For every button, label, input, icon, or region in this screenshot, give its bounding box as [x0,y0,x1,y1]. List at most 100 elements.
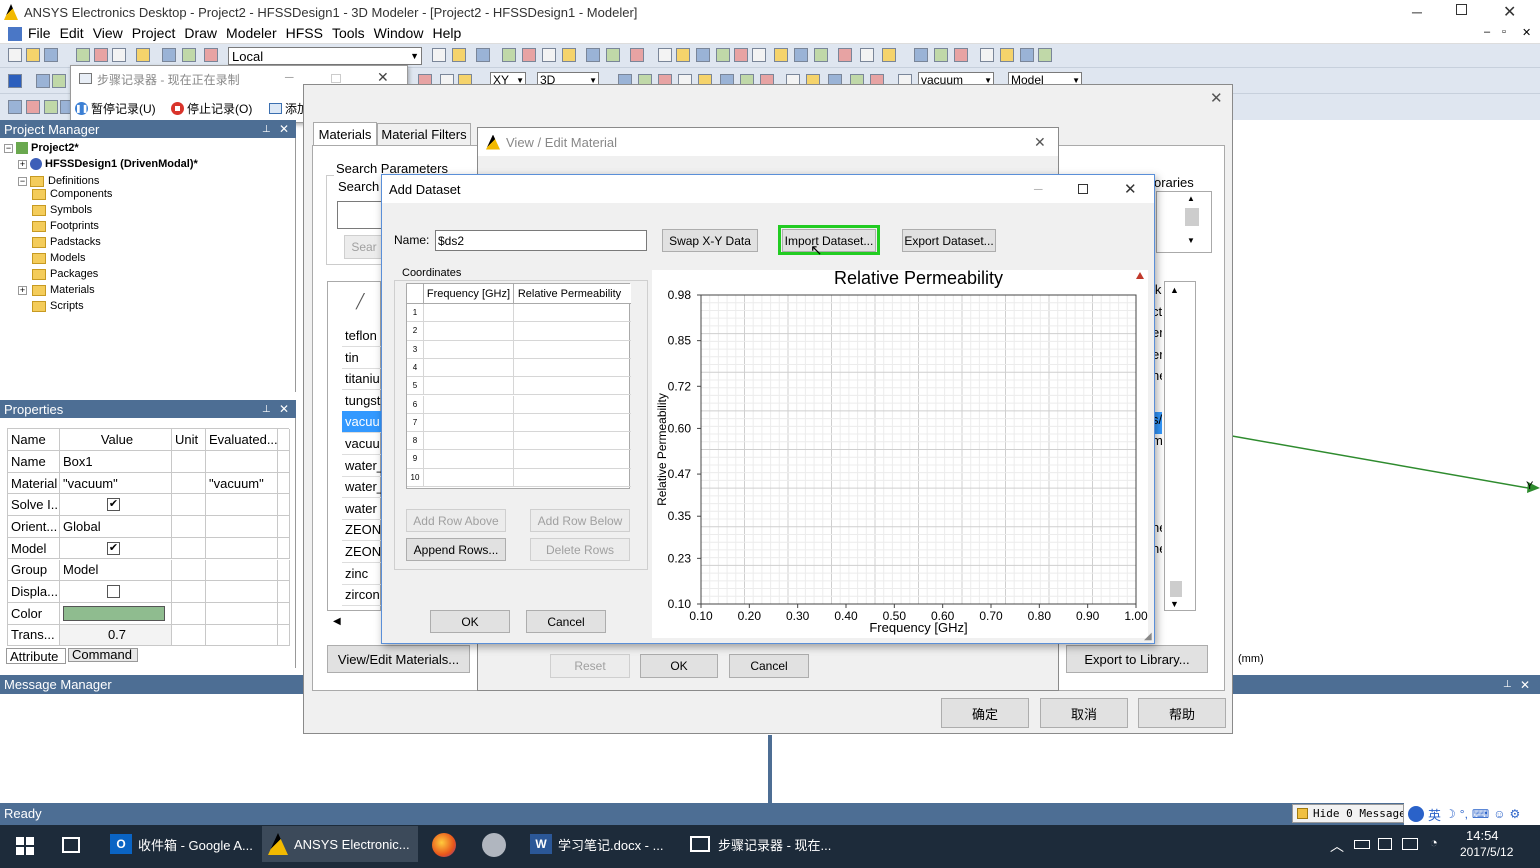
pin-icon[interactable]: ⊥ [262,404,271,415]
toolbar-tool-icon[interactable] [44,48,58,62]
table-row[interactable]: 10 [407,468,631,487]
close-button[interactable]: ✕ [1503,2,1516,22]
scroll-up-icon[interactable]: ▲ [1187,194,1195,203]
frequency-cell[interactable] [423,395,513,413]
toolbar-tool-icon[interactable] [204,48,218,62]
table-row[interactable]: 2 [407,322,631,341]
tree-item-scripts[interactable]: Scripts [32,300,84,312]
toolbar-tool-icon[interactable] [136,48,150,62]
toolbar-tool-icon[interactable] [716,48,730,62]
frequency-cell[interactable] [423,340,513,358]
checkbox[interactable]: ✔ [107,541,120,555]
toolbar-tool-icon[interactable] [1000,48,1014,62]
keyboard-icon[interactable]: ⌨ [1472,807,1489,821]
scroll-up-icon[interactable]: ▲ [1170,285,1179,295]
prop-value[interactable] [60,581,172,603]
toolbar-tool-icon[interactable] [734,48,748,62]
toolbar-tool-icon[interactable] [774,48,788,62]
menu-item-tools[interactable]: Tools [332,25,374,41]
material-row[interactable]: zircon [342,584,382,607]
panel-close-icon[interactable]: ✕ [1520,678,1530,692]
toolbar-tool-icon[interactable] [94,48,108,62]
tree-item-models[interactable]: Models [32,252,85,264]
mdi-min[interactable]: – [1484,26,1490,38]
tree-item-padstacks[interactable]: Padstacks [32,236,101,248]
prop-value[interactable] [60,602,172,625]
prop-value[interactable]: "vacuum" [60,472,172,495]
3d-viewport[interactable]: Y (mm) [1232,120,1540,675]
toolbar-tool-icon[interactable] [606,48,620,62]
pause-record-button[interactable]: ❚❚ 暂停记录(U) [75,100,156,117]
confirm-button[interactable]: 确定 [941,698,1029,728]
toolbar-tool-icon[interactable] [794,48,808,62]
toolbar-tool-icon[interactable] [522,48,536,62]
mdi-restore[interactable]: ▫ [1502,26,1506,38]
permeability-cell[interactable] [513,413,625,432]
scroll-down-icon[interactable]: ▼ [1170,599,1179,609]
panel-close-icon[interactable]: ✕ [279,402,289,416]
moon-icon[interactable]: ☽ [1445,807,1456,821]
prop-value[interactable]: Box1 [60,451,172,473]
toolbar-tool-icon[interactable] [696,48,710,62]
frequency-cell[interactable] [423,322,513,340]
taskbar-item-ansys[interactable]: ANSYS Electronic... [262,826,418,862]
table-row[interactable]: 9 [407,450,631,469]
material-row[interactable]: ZEONI [342,519,382,542]
toolbar-tool-icon[interactable] [676,48,690,62]
tab-materials[interactable]: Materials [313,122,377,146]
prop-value[interactable]: Global [60,516,172,538]
delete-rows-button[interactable]: Delete Rows [530,538,630,561]
toolbar-tool-icon[interactable] [44,100,58,114]
toolbar-tool-icon[interactable] [452,48,466,62]
view-edit-ok-button[interactable]: OK [640,654,718,678]
tree-item-components[interactable]: Components [32,188,112,200]
reset-button[interactable]: Reset [550,654,630,678]
gear-icon[interactable]: ⚙ [1510,807,1521,821]
material-row[interactable]: tungst [342,390,382,412]
table-row[interactable]: 7 [407,413,631,433]
material-row[interactable]: tin [342,347,382,369]
help-button[interactable]: 帮助 [1138,698,1226,728]
add-row-above-button[interactable]: Add Row Above [406,509,506,532]
checkbox[interactable] [107,585,120,599]
import-dataset-button[interactable]: Import Dataset... [782,229,876,252]
dialog-close-icon[interactable]: ✕ [1034,134,1046,151]
tab-command[interactable]: Command [68,648,138,662]
export-to-library-button[interactable]: Export to Library... [1066,645,1208,673]
export-dataset-button[interactable]: Export Dataset... [902,229,996,252]
menu-item-window[interactable]: Window [374,25,433,41]
tab-material-filters[interactable]: Material Filters [377,123,471,145]
toolbar-tool-icon[interactable] [980,48,994,62]
search-button[interactable]: Sear [344,235,384,259]
scroll-left-icon[interactable]: ◀ [333,616,341,627]
toolbar-tool-icon[interactable] [112,48,126,62]
toolbar-tool-icon[interactable] [8,74,22,88]
menu-item-project[interactable]: Project [132,25,185,41]
tree-item-symbols[interactable]: Symbols [32,204,92,216]
frequency-cell[interactable] [423,413,513,432]
tab-attribute[interactable]: Attribute [6,648,66,664]
frequency-cell[interactable] [423,450,513,468]
scrollbar-thumb[interactable] [1170,581,1182,597]
toolbar-tool-icon[interactable] [934,48,948,62]
user-icon[interactable]: ☺ [1493,807,1505,821]
scrollbar-thumb[interactable] [1185,208,1199,226]
permeability-cell[interactable] [513,304,625,322]
prop-value[interactable]: 0.7 [60,624,172,647]
minimize-button[interactable]: ─ [1412,4,1422,20]
ime-mode[interactable]: 英 [1428,805,1441,824]
clock-time[interactable]: 14:54 [1466,828,1499,843]
menu-item-hfss[interactable]: HFSS [286,25,332,41]
toolbar-tool-icon[interactable] [542,48,556,62]
column-header[interactable]: Frequency [GHz] [423,284,513,304]
material-row[interactable]: ZEONI [342,541,382,563]
frequency-cell[interactable] [423,432,513,450]
toolbar-tool-icon[interactable] [630,48,644,62]
tree-item-packages[interactable]: Packages [32,268,98,280]
toolbar-tool-icon[interactable] [52,74,66,88]
punct-icon[interactable]: °, [1460,807,1468,821]
toolbar-tool-icon[interactable] [586,48,600,62]
restore-button[interactable] [1456,4,1467,15]
frequency-cell[interactable] [423,358,513,377]
permeability-cell[interactable] [513,340,625,358]
